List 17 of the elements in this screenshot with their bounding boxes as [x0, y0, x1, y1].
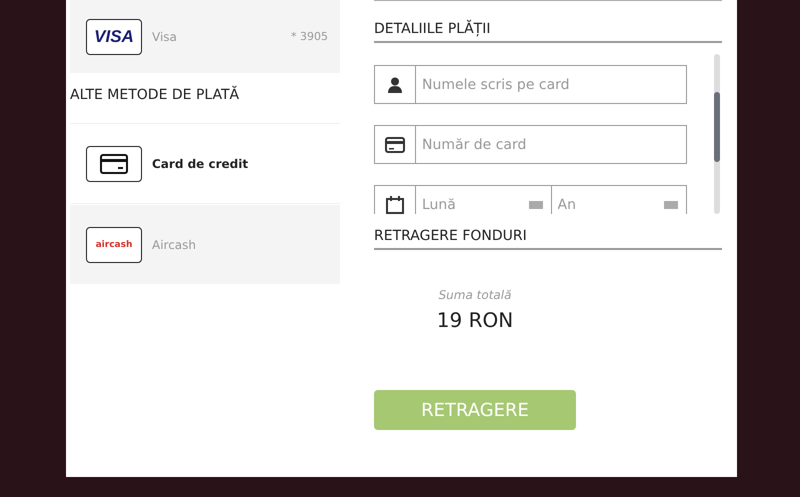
total-amount: 19 RON: [436, 308, 514, 332]
aircash-logo: aircash: [86, 226, 142, 262]
section-title: RETRAGERE FONDURI: [374, 228, 527, 244]
card-number: * 3905: [291, 30, 328, 43]
section-title: ALTE METODE DE PLATĂ: [70, 87, 240, 103]
expiry-group[interactable]: Lună An: [374, 185, 687, 214]
method-name: Card de credit: [152, 156, 250, 170]
method-name: Visa: [152, 30, 178, 44]
section-title: DETALIILE PLĂȚII: [374, 21, 490, 37]
input-group[interactable]: Numele scris pe card: [374, 65, 687, 104]
payment-method-row[interactable]: Card de credit: [70, 123, 340, 204]
payment-method-row[interactable]: VISA Visa * 3905: [70, 0, 340, 73]
method-name: Aircash: [152, 238, 198, 252]
total-label: Suma totală: [438, 288, 512, 302]
payment-method-row[interactable]: aircash Aircash: [70, 205, 340, 284]
visa-logo: VISA: [86, 18, 142, 54]
input-group[interactable]: Număr de card: [374, 125, 687, 164]
